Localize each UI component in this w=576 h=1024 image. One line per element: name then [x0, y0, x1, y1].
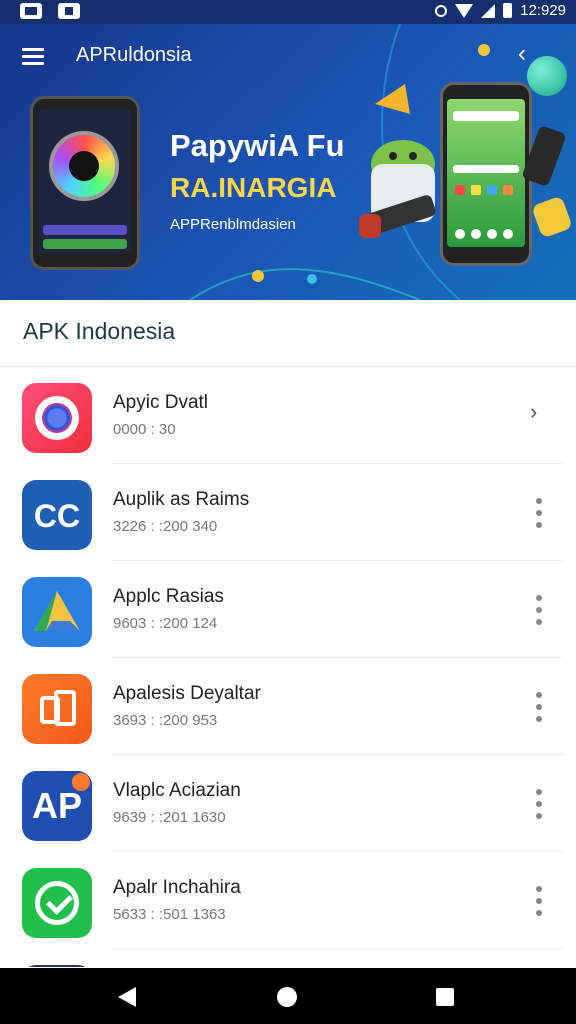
ap-icon: AP [22, 771, 92, 841]
phone-dock-bar [43, 225, 127, 235]
list-item[interactable]: Apalr Inchahira 5633 : :501 1363 [0, 852, 576, 949]
app-meta: 9603 : :200 124 [113, 615, 218, 632]
phone-dock-bar-2 [43, 239, 127, 249]
yellow-dot-decoration [478, 44, 490, 56]
phone-dock-row [455, 229, 513, 239]
app-name: Auplik as Raims [113, 489, 250, 510]
list-item[interactable]: Apalesis Deyaltar 3693 : :200 953 [0, 658, 576, 755]
list-item[interactable]: Apyic Dvatl 0000 : 30 › [0, 367, 576, 464]
status-time: 12:929 [520, 2, 566, 19]
alarm-icon [435, 4, 448, 17]
office-icon [22, 674, 92, 744]
drive-icon [22, 577, 92, 647]
banner-caption: APPRenblmdasien [170, 216, 296, 233]
app-meta: 0000 : 30 [113, 421, 176, 438]
chrome-like-icon [22, 383, 92, 453]
more-options-icon[interactable] [533, 886, 545, 916]
section-title: APK Indonesia [23, 318, 176, 344]
app-meta: 3693 : :200 953 [113, 712, 218, 729]
battery-icon [503, 3, 513, 18]
phone-widget-bar [453, 165, 519, 173]
signal-icon [481, 3, 496, 18]
banner-subtitle: RA.INARGIA [170, 172, 337, 203]
app-list: Apyic Dvatl 0000 : 30 › CC Auplik as Rai… [0, 367, 576, 967]
nav-home-icon[interactable] [277, 987, 297, 1007]
phone-illustration-left [30, 96, 140, 270]
app-title: APRuldonsia [76, 44, 192, 66]
lens-center [69, 151, 99, 181]
chevron-right-icon[interactable]: › [530, 399, 537, 425]
list-item-partial[interactable] [0, 949, 576, 967]
list-item[interactable]: CC Auplik as Raims 3226 : :200 340 [0, 464, 576, 561]
phone-search-bar [453, 111, 519, 121]
phone-illustration-right [440, 82, 532, 266]
gallery-notification-icon [20, 3, 42, 19]
more-options-icon[interactable] [533, 692, 545, 722]
app-name: Apalesis Deyaltar [113, 683, 261, 704]
teal-bubble-decoration [527, 56, 567, 96]
nav-recents-icon[interactable] [436, 988, 454, 1006]
app-meta: 5633 : :501 1363 [113, 906, 226, 923]
more-options-icon[interactable] [533, 595, 545, 625]
more-options-icon[interactable] [533, 789, 545, 819]
app-name: Vlaplc Aciazian [113, 780, 241, 801]
app-meta: 3226 : :200 340 [113, 518, 218, 535]
app-notification-icon [58, 3, 80, 19]
app-name: Apyic Dvatl [113, 392, 209, 413]
nav-back-icon[interactable] [118, 987, 136, 1007]
app-name: Applc Rasias [113, 586, 224, 607]
status-bar: 12:929 [0, 0, 576, 24]
chevron-left-icon[interactable]: ‹ [518, 42, 526, 66]
app-name: Apalr Inchahira [113, 877, 241, 898]
list-item[interactable]: Applc Rasias 9603 : :200 124 [0, 561, 576, 658]
banner-title: PapywiA Fu [170, 128, 345, 163]
whatsapp-icon [22, 868, 92, 938]
app-meta: 9639 : :201 1630 [113, 809, 226, 826]
header-banner: APRuldonsia ‹ PapywiA Fu RA.INARGIA APPR… [0, 24, 576, 300]
list-item[interactable]: AP Vlaplc Aciazian 9639 : :201 1630 [0, 755, 576, 852]
app-toolbar: APRuldonsia ‹ [0, 24, 576, 88]
more-options-icon[interactable] [533, 498, 545, 528]
hamburger-menu-icon[interactable] [22, 48, 44, 65]
notification-icons [20, 3, 80, 19]
cc-icon: CC [22, 480, 92, 550]
app-icon [22, 965, 92, 967]
system-nav-bar [0, 968, 576, 1024]
wifi-icon [455, 3, 474, 18]
phone-app-row [455, 185, 513, 195]
